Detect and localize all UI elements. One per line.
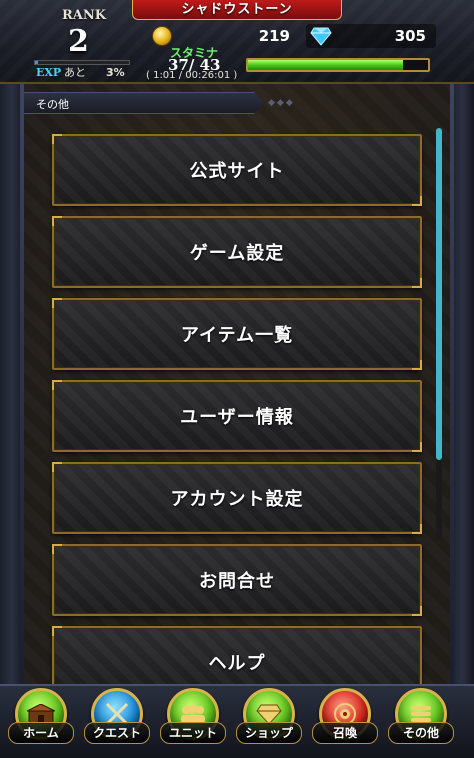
item-list-button[interactable]: アイテム一覧	[52, 298, 422, 370]
menu-screen: その他 ◆◆◆ 公式サイト ゲーム設定 アイテム一覧 ユーザー情報 アカウント設…	[24, 84, 450, 684]
section-title: その他	[36, 98, 69, 111]
account-settings-button[interactable]: アカウント設定	[52, 462, 422, 534]
nav-label: ショップ	[236, 722, 302, 744]
official-site-button[interactable]: 公式サイト	[52, 134, 422, 206]
nav-label: ホーム	[8, 722, 74, 744]
help-button[interactable]: ヘルプ	[52, 626, 422, 684]
rank-label: RANK	[62, 8, 107, 23]
diamond-icon	[310, 27, 332, 46]
exp-label: EXP	[36, 66, 62, 79]
left-frame	[0, 84, 24, 684]
nav-other[interactable]: その他	[388, 688, 454, 756]
menu-scrollbar[interactable]	[436, 128, 442, 540]
menu-button-label: ヘルプ	[208, 653, 266, 674]
menu-list: 公式サイト ゲーム設定 アイテム一覧 ユーザー情報 アカウント設定 お問合せ ヘ…	[52, 134, 422, 684]
gem-counter: 305	[306, 24, 436, 48]
exp-progress-fill	[35, 61, 38, 64]
exp-progress-bar	[34, 60, 130, 65]
bottom-nav: ホーム クエスト ユニット ショップ 召喚 その他	[0, 684, 474, 758]
app-title: シャドウストーン	[132, 0, 342, 20]
nav-label: 召喚	[312, 722, 378, 744]
scrollbar-thumb[interactable]	[436, 128, 442, 460]
menu-button-label: アカウント設定	[170, 489, 304, 510]
user-info-button[interactable]: ユーザー情報	[52, 380, 422, 452]
menu-button-label: お問合せ	[199, 571, 275, 592]
exp-row: EXP あと 3%	[36, 66, 136, 80]
game-settings-button[interactable]: ゲーム設定	[52, 216, 422, 288]
status-header: シャドウストーン RANK 2 EXP あと 3% 219 305 スタミナ 3…	[0, 0, 474, 84]
rank-panel: RANK 2	[28, 6, 138, 65]
exp-remaining-label: あと	[64, 66, 86, 79]
nav-shop[interactable]: ショップ	[236, 688, 302, 756]
nav-unit[interactable]: ユニット	[160, 688, 226, 756]
rank-value: 2	[68, 24, 89, 59]
gem-value: 305	[394, 27, 426, 45]
stamina-progress-fill	[248, 60, 403, 70]
section-header: その他	[24, 92, 264, 114]
menu-button-label: ゲーム設定	[189, 243, 285, 264]
nav-label: ユニット	[160, 722, 226, 744]
menu-button-label: 公式サイト	[189, 161, 285, 182]
right-frame	[450, 84, 474, 684]
nav-quest[interactable]: クエスト	[84, 688, 150, 756]
contact-button[interactable]: お問合せ	[52, 544, 422, 616]
menu-button-label: アイテム一覧	[180, 325, 294, 346]
nav-summon[interactable]: 召喚	[312, 688, 378, 756]
section-header-ornament: ◆◆◆	[268, 98, 295, 108]
menu-button-label: ユーザー情報	[180, 407, 294, 428]
stamina-progress-bar	[246, 58, 430, 72]
stamina-timer: ( 1:01 / 00:26:01 )	[146, 70, 238, 81]
coin-value: 219	[258, 27, 290, 45]
nav-label: クエスト	[84, 722, 150, 744]
nav-home[interactable]: ホーム	[8, 688, 74, 756]
nav-label: その他	[388, 722, 454, 744]
exp-percent: 3%	[106, 66, 125, 79]
coin-icon	[152, 26, 172, 46]
